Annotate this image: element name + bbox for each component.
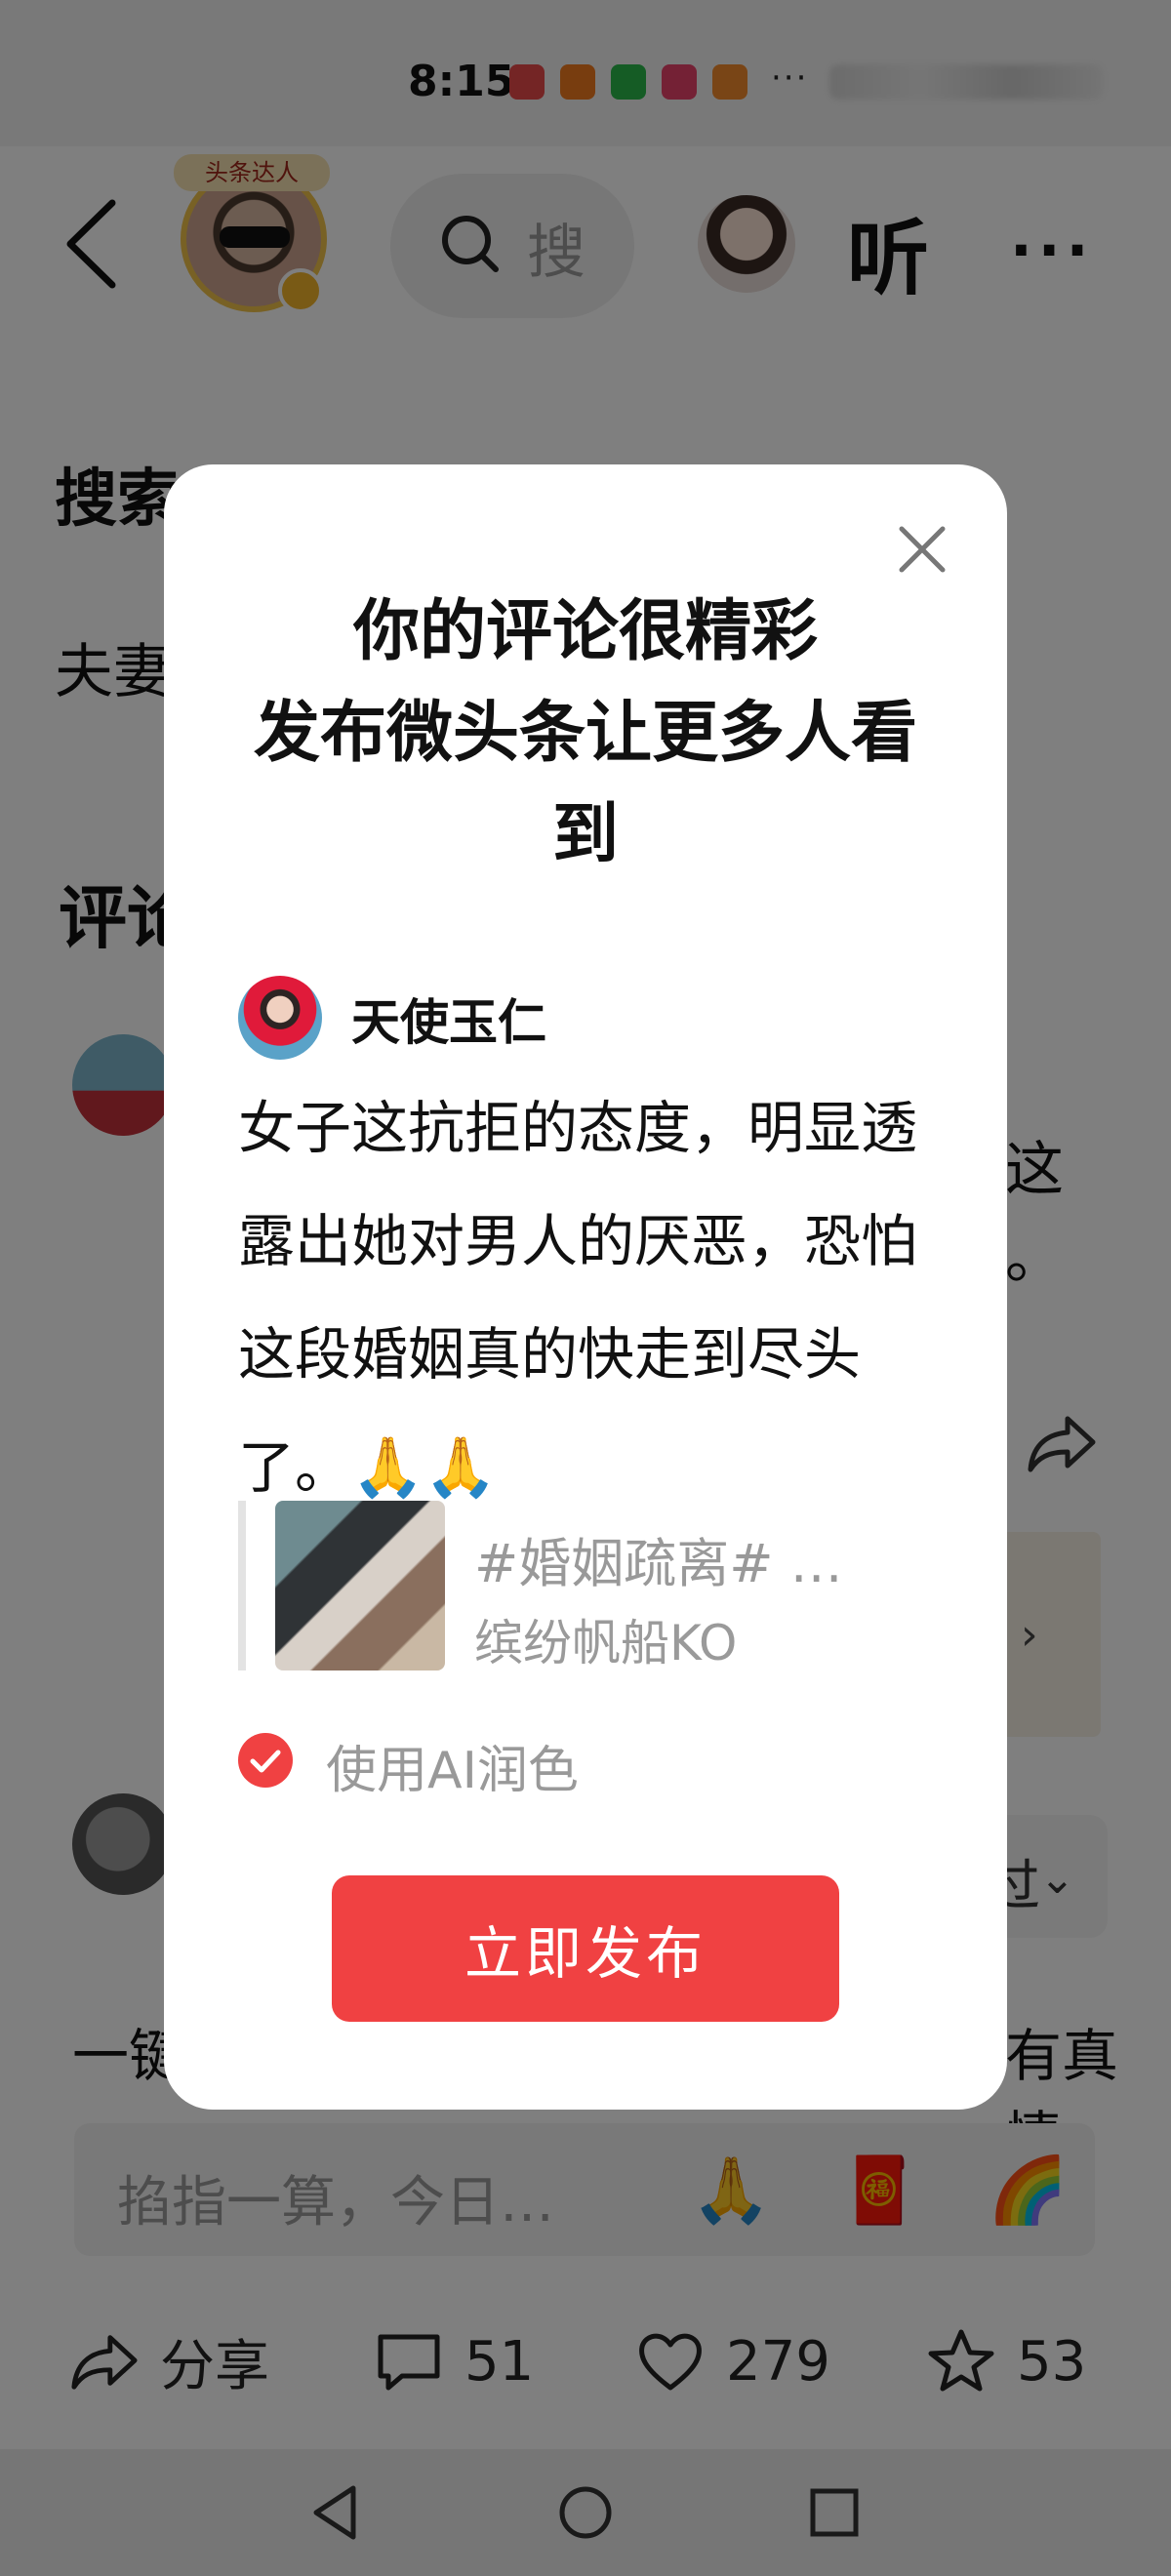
close-icon[interactable] — [896, 523, 949, 576]
comment-text: 女子这抗拒的态度，明显透露出她对男人的厌恶，恐怕这段婚姻真的快走到尽头了。 — [238, 1095, 918, 1501]
dialog-title-line: 发布微头条让更多人看 — [253, 695, 917, 772]
ai-polish-label[interactable]: 使用AI润色 — [326, 1729, 579, 1802]
poster-name: 天使玉仁 — [351, 994, 546, 1051]
article-thumbnail — [275, 1501, 445, 1670]
comment-preview: 女子这抗拒的态度，明显透露出她对男人的厌恶，恐怕这段婚姻真的快走到尽头了。🙏🙏 — [238, 1071, 921, 1524]
quote-bar — [238, 1501, 246, 1670]
modal-backdrop — [0, 0, 1171, 146]
dialog-title-line: 你的评论很精彩 — [352, 593, 818, 670]
article-title: #婚姻疏离# … — [474, 1533, 843, 1594]
article-author: 缤纷帆船KO — [474, 1615, 738, 1671]
dialog-title-line: 到 — [551, 796, 619, 873]
checkmark-icon — [250, 1750, 281, 1773]
praying-hands-icon: 🙏🙏 — [351, 1433, 498, 1502]
modal-backdrop — [0, 2449, 1171, 2576]
dialog-title: 你的评论很精彩 发布微头条让更多人看 到 — [164, 582, 1007, 886]
poster-avatar — [238, 976, 322, 1060]
ai-polish-checkbox[interactable] — [238, 1733, 293, 1788]
publish-now-button[interactable]: 立即发布 — [332, 1875, 839, 2022]
